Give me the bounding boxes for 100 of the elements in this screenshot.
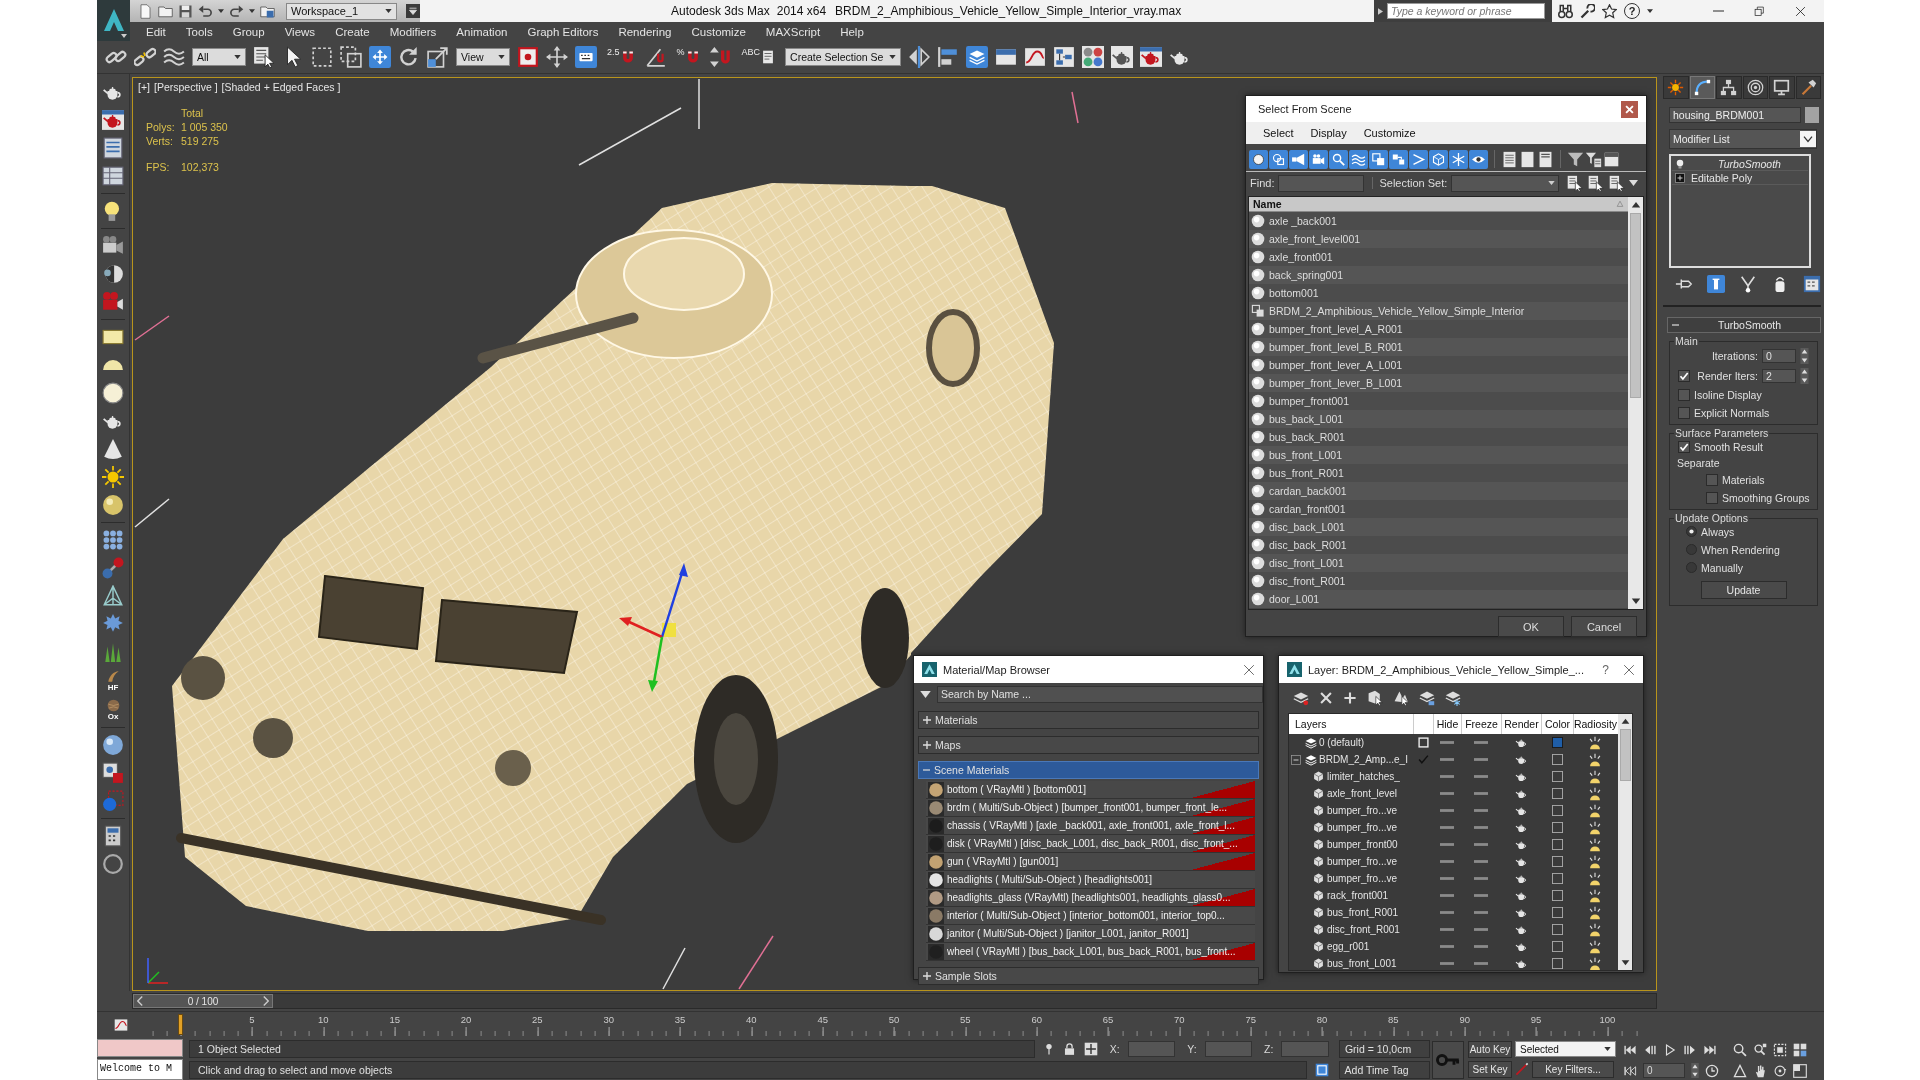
- object-name[interactable]: bus_front_R001: [1327, 907, 1399, 918]
- squares-icon[interactable]: [1369, 149, 1388, 169]
- coordinate-field[interactable]: [1127, 1040, 1176, 1057]
- align-icon[interactable]: [937, 46, 960, 68]
- coordinate-field[interactable]: [1281, 1040, 1329, 1057]
- object-name[interactable]: axle_front_level: [1327, 788, 1398, 799]
- lock-icon[interactable]: [1062, 1041, 1076, 1056]
- column-header[interactable]: Freeze: [1461, 714, 1501, 734]
- toolbar-dropdown[interactable]: Create Selection Se: [785, 48, 902, 66]
- lamp-icon[interactable]: [1588, 803, 1602, 818]
- chevron-right-icon[interactable]: [263, 996, 269, 1006]
- color-swatch-icon[interactable]: [1551, 771, 1563, 782]
- restore-icon[interactable]: [1754, 5, 1765, 17]
- wave-icon[interactable]: [163, 46, 185, 68]
- keyboard-icon[interactable]: [575, 46, 597, 68]
- viewport-label[interactable]: [+]: [138, 81, 150, 93]
- hand-icon[interactable]: [1753, 1063, 1767, 1078]
- close-icon[interactable]: [1623, 663, 1635, 676]
- play-icon[interactable]: [1663, 1042, 1677, 1057]
- menu-item[interactable]: Graph Editors: [517, 25, 609, 38]
- dashed-square-icon[interactable]: [311, 46, 333, 68]
- column-header[interactable]: Render: [1501, 714, 1541, 734]
- window-icon[interactable]: [1140, 46, 1163, 68]
- dot-square-icon[interactable]: [517, 46, 539, 68]
- cross-square-icon[interactable]: [1083, 1041, 1098, 1056]
- column-header[interactable]: Radiosity: [1573, 714, 1617, 734]
- close-icon[interactable]: [1795, 5, 1806, 17]
- menu-item[interactable]: Group: [222, 25, 275, 38]
- linked-boxes-icon[interactable]: [1389, 149, 1408, 169]
- viewport-label[interactable]: [Perspective ]: [153, 81, 218, 93]
- square-icon[interactable]: [1417, 737, 1429, 748]
- eye-icon[interactable]: [1469, 149, 1488, 169]
- lamp-icon[interactable]: [1588, 939, 1602, 954]
- script-input-field[interactable]: [97, 1039, 183, 1057]
- color-swatch-icon[interactable]: [1551, 754, 1563, 765]
- checkbox[interactable]: [1678, 440, 1690, 453]
- object-list-item[interactable]: axle_front_level001: [1249, 230, 1628, 248]
- scrollbar[interactable]: [1618, 714, 1632, 970]
- triangle-icon[interactable]: [1733, 1063, 1747, 1078]
- workspace-dropdown[interactable]: Workspace_1: [286, 2, 397, 20]
- overflow-menu-icon[interactable]: [406, 4, 420, 18]
- add-time-tag-label[interactable]: Add Time Tag: [1338, 1060, 1430, 1079]
- snowflake-icon[interactable]: [1449, 149, 1468, 169]
- caret-icon[interactable]: [1647, 9, 1653, 13]
- checkbox[interactable]: [1678, 369, 1690, 382]
- set-key-button[interactable]: Set Key: [1468, 1060, 1512, 1078]
- radio-button[interactable]: [1686, 544, 1697, 555]
- object-name[interactable]: bumper_fro...ve: [1327, 856, 1398, 867]
- lamp-icon[interactable]: [1588, 786, 1602, 801]
- funnel-icon[interactable]: [1567, 150, 1584, 168]
- color-swatch-icon[interactable]: [1551, 856, 1563, 867]
- down-arrow-icon[interactable]: [1619, 957, 1631, 968]
- mirror-icon[interactable]: [908, 46, 931, 68]
- lamp-icon[interactable]: [1588, 735, 1602, 750]
- lamp-icon[interactable]: [1588, 905, 1602, 920]
- caret-icon[interactable]: [218, 9, 224, 13]
- material-list-item[interactable]: interior ( Multi/Sub-Object ) [interior_bottom001, interior_top0...: [926, 907, 1255, 925]
- camera-icon[interactable]: [1309, 149, 1328, 169]
- spinner-arrows-icon[interactable]: [1800, 367, 1809, 384]
- plus-icon[interactable]: [1343, 691, 1357, 705]
- color-swatch-icon[interactable]: [1551, 890, 1563, 901]
- pyramid-icon[interactable]: [102, 585, 124, 607]
- rollout-header[interactable]: Sample Slots: [918, 967, 1259, 985]
- page-cursor-icon[interactable]: [1566, 174, 1584, 192]
- funnel-list-icon[interactable]: [1585, 150, 1602, 168]
- material-list-item[interactable]: wheel ( VRayMtl ) [bus_back_L001, bus_back_R001, bus_front...: [926, 943, 1255, 961]
- color-swatch-icon[interactable]: [1551, 805, 1563, 816]
- orbit-icon[interactable]: [1773, 1063, 1787, 1078]
- modifier-stack-item[interactable]: Editable Poly: [1672, 171, 1808, 185]
- star-icon[interactable]: [1602, 3, 1617, 19]
- dot-grid-icon[interactable]: [102, 529, 124, 551]
- header-page-icon[interactable]: [1537, 150, 1554, 168]
- object-list-item[interactable]: bus_front_L001: [1249, 446, 1628, 464]
- object-list-item[interactable]: bus_back_L001: [1249, 410, 1628, 428]
- color-swatch-icon[interactable]: [1551, 788, 1563, 799]
- node-graph-icon[interactable]: [1053, 46, 1076, 68]
- vehicle-rear-drawing[interactable]: [911, 186, 1054, 653]
- snap-toggle-button[interactable]: 2.5: [604, 45, 638, 69]
- color-swatch-icon[interactable]: [1551, 941, 1563, 952]
- command-panel-tab[interactable]: [1795, 76, 1821, 99]
- time-slider-thumb[interactable]: 0 / 100: [133, 994, 273, 1008]
- command-panel-tab[interactable]: [1742, 76, 1768, 99]
- menu-item[interactable]: Create: [325, 25, 380, 38]
- color-swatch-icon[interactable]: [1551, 737, 1563, 748]
- color-swatch-icon[interactable]: [1805, 107, 1819, 123]
- checkbox[interactable]: [1678, 388, 1690, 401]
- toolbar-dropdown[interactable]: View: [456, 48, 510, 66]
- command-panel-tab[interactable]: [1689, 76, 1715, 99]
- radio-button[interactable]: [1686, 562, 1697, 573]
- menu-item[interactable]: Select: [1263, 127, 1294, 139]
- find-field[interactable]: [1278, 174, 1365, 192]
- object-list-item[interactable]: cardan_back001: [1249, 482, 1628, 500]
- layers-square-icon[interactable]: [1419, 690, 1435, 706]
- bulb-icon[interactable]: [1675, 158, 1685, 169]
- column-header[interactable]: Name: [1249, 197, 1628, 212]
- modifier-list-dropdown[interactable]: Modifier List: [1669, 129, 1817, 149]
- object-list-item[interactable]: cardan_front001: [1249, 500, 1628, 518]
- fork-icon[interactable]: [1739, 275, 1757, 293]
- checkbox[interactable]: [1706, 491, 1718, 504]
- color-swatch-icon[interactable]: [1551, 873, 1563, 884]
